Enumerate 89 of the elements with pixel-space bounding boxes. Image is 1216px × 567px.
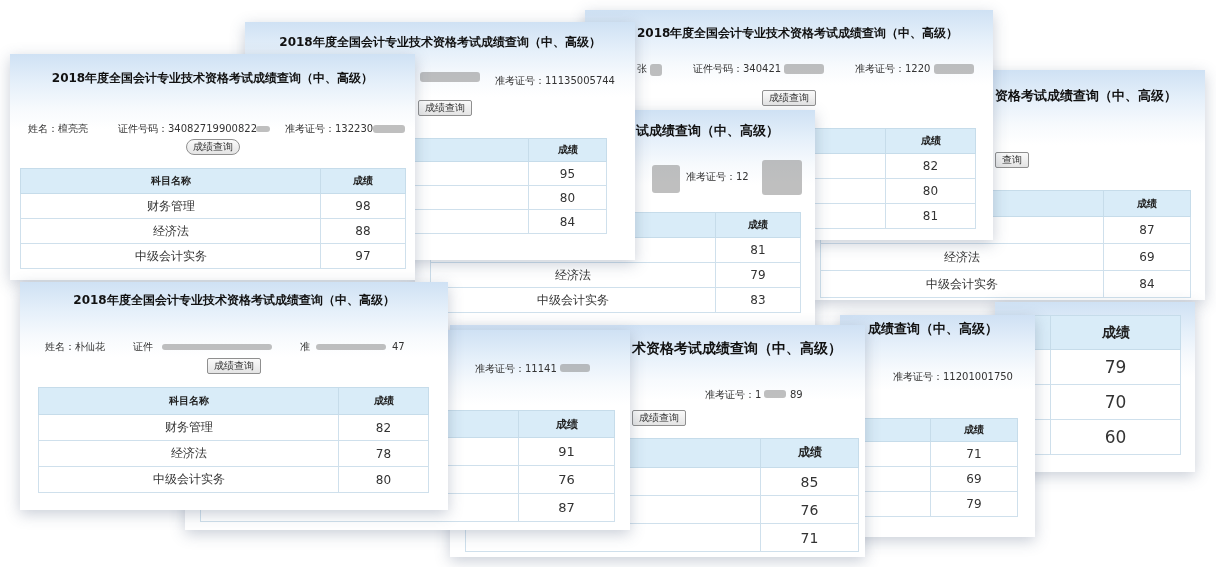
query-button[interactable]: 成绩查询	[207, 358, 261, 374]
table-cell: 中级会计实务	[820, 270, 1104, 298]
blurred-redaction	[560, 364, 590, 372]
column-header: 成绩	[320, 168, 406, 194]
table-cell: 60	[1050, 419, 1181, 455]
blurred-redaction	[650, 64, 662, 76]
table-cell: 80	[885, 178, 976, 204]
info-text: 47	[392, 340, 405, 354]
info-text: 姓名：朴仙花	[45, 340, 105, 354]
page-title: 试成绩查询（中、高级）	[636, 122, 779, 140]
table-cell: 财务管理	[20, 193, 321, 219]
info-text: 姓名：檀亮亮	[28, 122, 88, 136]
table-cell: 71	[760, 523, 859, 552]
blurred-redaction	[420, 72, 480, 82]
page-title: 资格考试成绩查询（中、高级）	[995, 87, 1177, 105]
table-cell: 85	[760, 467, 859, 496]
table-cell: 97	[320, 243, 406, 269]
column-header: 成绩	[518, 410, 615, 438]
table-cell: 财务管理	[38, 414, 339, 441]
info-text: 准	[300, 340, 310, 354]
query-button[interactable]: 成绩查询	[185, 139, 240, 155]
table-cell: 87	[1103, 216, 1191, 244]
table-cell: 98	[320, 193, 406, 219]
blurred-redaction	[762, 160, 802, 195]
page-title: 2018年度全国会计专业技术资格考试成绩查询（中、高级）	[51, 70, 374, 87]
table-cell: 84	[1103, 270, 1191, 298]
column-header: 科目名称	[38, 387, 339, 415]
table-cell: 71	[930, 441, 1018, 467]
column-header: 成绩	[930, 418, 1018, 442]
table-cell: 91	[518, 437, 615, 466]
info-text: 准考证号：11135005744	[495, 74, 615, 88]
table-cell: 78	[338, 440, 429, 467]
table-cell: 82	[885, 153, 976, 179]
table-cell: 经济法	[430, 262, 716, 288]
table-cell: 83	[715, 287, 801, 313]
table-cell: 76	[760, 495, 859, 524]
blurred-redaction	[934, 64, 974, 74]
table-cell: 经济法	[20, 218, 321, 244]
info-text: 张	[637, 62, 647, 76]
page-title: 成绩查询（中、高级）	[868, 320, 998, 338]
query-button[interactable]: 成绩查询	[762, 90, 816, 106]
table-cell: 69	[930, 466, 1018, 492]
info-text: 证件号码：34082719900822	[118, 122, 258, 136]
page-title: 术资格考试成绩查询（中、高级）	[632, 339, 842, 358]
column-header: 成绩	[528, 138, 607, 162]
page-title: 2018年度全国会计专业技术资格考试成绩查询（中、高级）	[279, 34, 601, 51]
table-cell: 81	[885, 203, 976, 229]
table-cell: 69	[1103, 243, 1191, 271]
blurred-redaction	[784, 64, 824, 74]
blurred-redaction	[652, 165, 680, 193]
column-header: 成绩	[1050, 315, 1181, 350]
info-text: 准考证号：132230	[285, 122, 374, 136]
column-header: 成绩	[1103, 190, 1191, 217]
query-button[interactable]: 成绩查询	[418, 100, 472, 116]
blurred-redaction	[316, 344, 386, 350]
query-button[interactable]: 成绩查询	[632, 410, 686, 426]
column-header: 成绩	[885, 128, 976, 154]
table-cell: 经济法	[820, 243, 1104, 271]
column-header: 成绩	[715, 212, 801, 238]
table-cell: 70	[1050, 384, 1181, 420]
info-text: 准考证号：11201001750	[893, 370, 1013, 384]
info-text: 准考证号：12	[686, 170, 749, 184]
table-cell: 79	[930, 491, 1018, 517]
table-cell: 79	[1050, 349, 1181, 385]
query-button[interactable]: 查询	[995, 152, 1029, 168]
table-cell: 80	[338, 466, 429, 493]
blurred-redaction	[764, 390, 786, 398]
column-header: 科目名称	[20, 168, 321, 194]
info-text: 89	[790, 388, 803, 402]
table-cell: 87	[518, 493, 615, 522]
column-header: 成绩	[338, 387, 429, 415]
column-header: 成绩	[760, 438, 859, 468]
table-cell: 中级会计实务	[38, 466, 339, 493]
table-cell: 82	[338, 414, 429, 441]
info-text: 准考证号：1220	[855, 62, 931, 76]
table-cell: 中级会计实务	[20, 243, 321, 269]
page-title: 2018年度全国会计专业技术资格考试成绩查询（中、高级）	[73, 292, 395, 309]
table-cell: 76	[518, 465, 615, 494]
blurred-redaction	[256, 126, 270, 132]
info-text: 准考证号：11141	[475, 362, 557, 376]
blurred-redaction	[373, 125, 405, 133]
info-text: 证件	[133, 340, 153, 354]
table-cell: 经济法	[38, 440, 339, 467]
info-text: 准考证号：1	[705, 388, 762, 402]
table-cell: 81	[715, 237, 801, 263]
info-text: 证件号码：340421	[693, 62, 782, 76]
table-cell: 88	[320, 218, 406, 244]
table-cell: 79	[715, 262, 801, 288]
page-title: 2018年度全国会计专业技术资格考试成绩查询（中、高级）	[637, 25, 959, 42]
